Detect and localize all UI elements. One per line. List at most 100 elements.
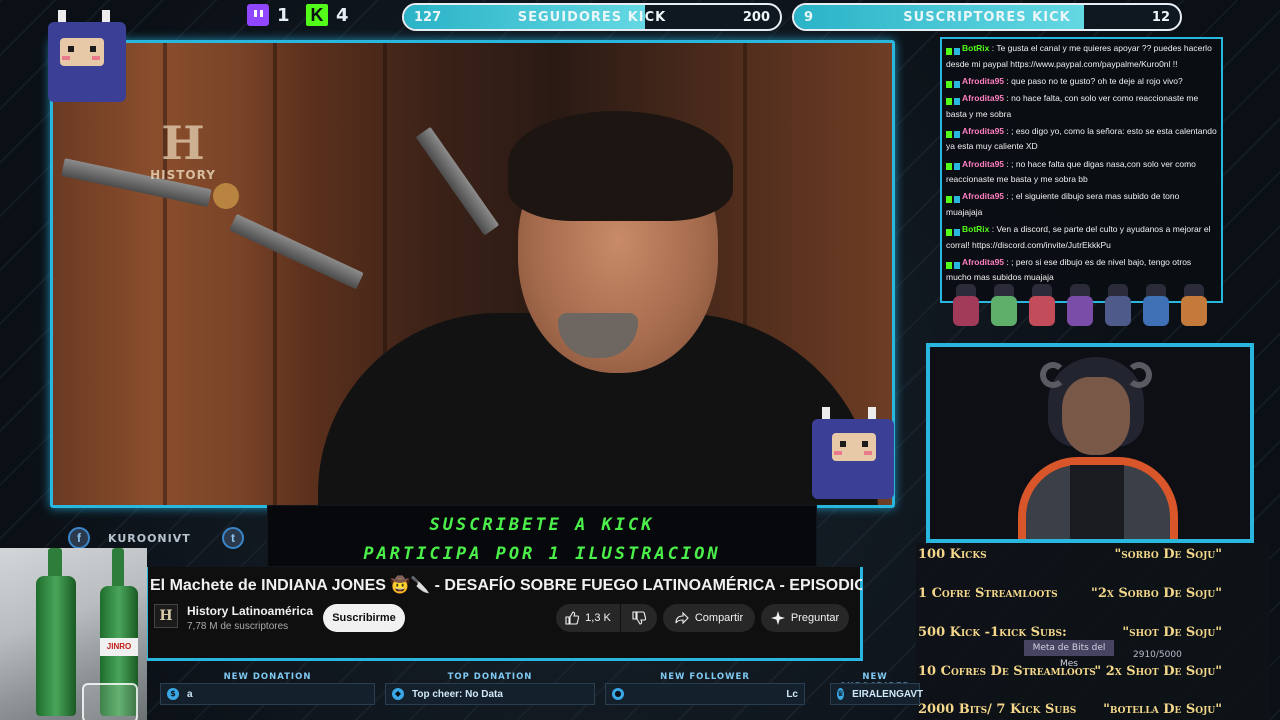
mini-mascot-body [991, 296, 1017, 326]
mascot-face [60, 38, 104, 66]
vtuber-horn-icon [1126, 362, 1152, 388]
reward-prize: "shot De Soju" [1122, 625, 1222, 640]
reward-prize: "2x Sorbo De Soju" [1091, 586, 1222, 601]
chat-message: BotRix : Ven a discord, se parte del cul… [946, 224, 1211, 250]
alert-box: ♛ EIRALENGAVT [830, 683, 924, 705]
video-scene [53, 43, 892, 505]
bits-goal-label: Meta de Bits del Mes [1024, 640, 1114, 669]
alert-value: a [187, 688, 193, 700]
reward-trigger: 100 Kicks [918, 547, 987, 562]
chat-badge-icon [946, 95, 962, 103]
vtuber-face [1062, 377, 1130, 455]
shot-glass [82, 683, 138, 720]
donation-icon: $ [167, 688, 179, 700]
chat-badge-icon [946, 128, 962, 136]
history-watermark: H HISTORY [148, 118, 218, 182]
wall-sword [415, 126, 500, 236]
new-donation-alert: NEW DONATION $ a [160, 672, 375, 710]
alert-box: ● Lc [605, 683, 805, 705]
mascot-row [948, 282, 1228, 334]
chat-message: Afrodita95 : ; no hace falta que digas n… [946, 158, 1196, 185]
drop-icon: ◆ [392, 688, 404, 700]
banner-line-1: SUSCRIBETE A KICK [429, 515, 655, 535]
followers-goal-target: 200 [742, 9, 770, 25]
like-button[interactable]: 1,3 K [556, 604, 620, 632]
alert-label: TOP DONATION [447, 672, 533, 682]
reward-prize: " 2x Shot De Soju" [1094, 664, 1222, 679]
subs-goal-target: 12 [1151, 9, 1170, 25]
main-video[interactable]: H HISTORY [50, 40, 895, 508]
alert-value: EIRALENGAVT [852, 688, 924, 700]
facebook-handle-text: KUROONIVT [108, 531, 191, 545]
thumbs-down-icon [632, 611, 646, 625]
wall-plank [163, 43, 167, 505]
chat-username: Afrodita95 [962, 191, 1005, 202]
mascot-eye [862, 441, 868, 447]
mini-mascot-body [953, 296, 979, 326]
banner-line-2: PARTICIPA POR 1 ILUSTRACION [363, 544, 721, 564]
chat-badge-icon [946, 45, 962, 53]
wall-sword [229, 213, 364, 290]
share-label: Compartir [694, 612, 744, 624]
dislike-button[interactable] [621, 604, 657, 632]
bottle-label: JINRO [100, 638, 138, 656]
alert-value: Top cheer: No Data [412, 688, 503, 700]
chat-text: que paso no te gusto? oh te deje al rojo… [1011, 75, 1183, 86]
facebook-icon[interactable]: f [68, 527, 90, 549]
kick-count: 4 [336, 4, 349, 26]
twitter-icon[interactable]: t [222, 527, 244, 549]
channel-logo-icon[interactable]: H [154, 604, 178, 628]
chat-badge-icon [946, 78, 962, 86]
mini-mascot-body [1029, 296, 1055, 326]
vtuber-horn-icon [1040, 362, 1066, 388]
reward-row: 10 Cofres De Streamloots " 2x Shot De Soj… [918, 664, 1268, 684]
mini-mascot-body [1181, 296, 1207, 326]
mini-mascot-body [1143, 296, 1169, 326]
sparkle-icon [770, 611, 785, 625]
ask-button[interactable]: Preguntar [761, 604, 849, 632]
subs-goal-title: SUSCRIPTORES KICK [903, 9, 1071, 25]
followers-goal-bar: 127 SEGUIDORES KICK 200 [402, 3, 782, 31]
bottle-neck [112, 548, 124, 588]
chat-username: Afrodita95 [962, 158, 1005, 169]
mini-mascot [1176, 282, 1210, 332]
chat-panel[interactable]: BotRix : Te gusta el canal y me quieres … [940, 37, 1223, 303]
chat-username: BotRix [962, 224, 990, 235]
share-icon [675, 611, 689, 625]
new-follower-alert: NEW FOLLOWER ● Lc [605, 672, 805, 710]
reward-trigger: 2000 Bits/ 7 Kick Subs [918, 702, 1077, 717]
reward-prize: "botella De Soju" [1103, 702, 1222, 717]
chat-badge-icon [946, 259, 962, 267]
chat-username: Afrodita95 [962, 75, 1005, 86]
alert-value: Lc [786, 688, 798, 700]
channel-name[interactable]: History Latinoamérica [187, 604, 313, 618]
alert-label: NEW FOLLOWER [660, 672, 750, 682]
user-icon: ● [612, 688, 624, 700]
facebook-handle: f KUROONIVT [68, 527, 191, 549]
chat-message: Afrodita95 : ; el siguiente dibujo sera … [946, 191, 1180, 217]
mascot-eye [840, 441, 846, 447]
chat-message: BotRix : Te gusta el canal y me quieres … [946, 43, 1212, 69]
new-subscriber-alert: NEW SUBSCRIBER ♛EIRALENGAVT [830, 672, 924, 710]
mini-mascot-body [1067, 296, 1093, 326]
soju-rewards-list: 100 Kicks "sorbo De Soju" 1 Cofre Streaml… [916, 543, 1270, 720]
man-hair [508, 111, 733, 221]
bits-goal-progress: 2910/5000 [1133, 650, 1182, 660]
youtube-info-bar: El Machete de INDIANA JONES 🤠🔪 - DESAFÍO… [145, 567, 863, 661]
sword-hilt [213, 183, 239, 209]
mascot-eye [90, 46, 96, 52]
mascot-blush [834, 451, 842, 455]
mini-mascot [1100, 282, 1134, 332]
thumbs-up-icon [565, 611, 580, 625]
mascot-blush [92, 56, 100, 60]
twitch-icon [247, 4, 269, 26]
reward-row: 2000 Bits/ 7 Kick Subs "botella De Soju" [918, 702, 1268, 720]
reward-row: 100 Kicks "sorbo De Soju" [918, 547, 1268, 567]
share-button[interactable]: Compartir [663, 604, 755, 632]
ask-label: Preguntar [790, 612, 840, 624]
subscribe-button[interactable]: Suscribirme [323, 604, 405, 632]
kick-promo-banner: SUSCRIBETE A KICK PARTICIPA POR 1 ILUSTR… [267, 505, 817, 567]
mini-mascot [948, 282, 982, 332]
chat-username: BotRix [962, 43, 990, 53]
alert-box: $ a [160, 683, 375, 705]
